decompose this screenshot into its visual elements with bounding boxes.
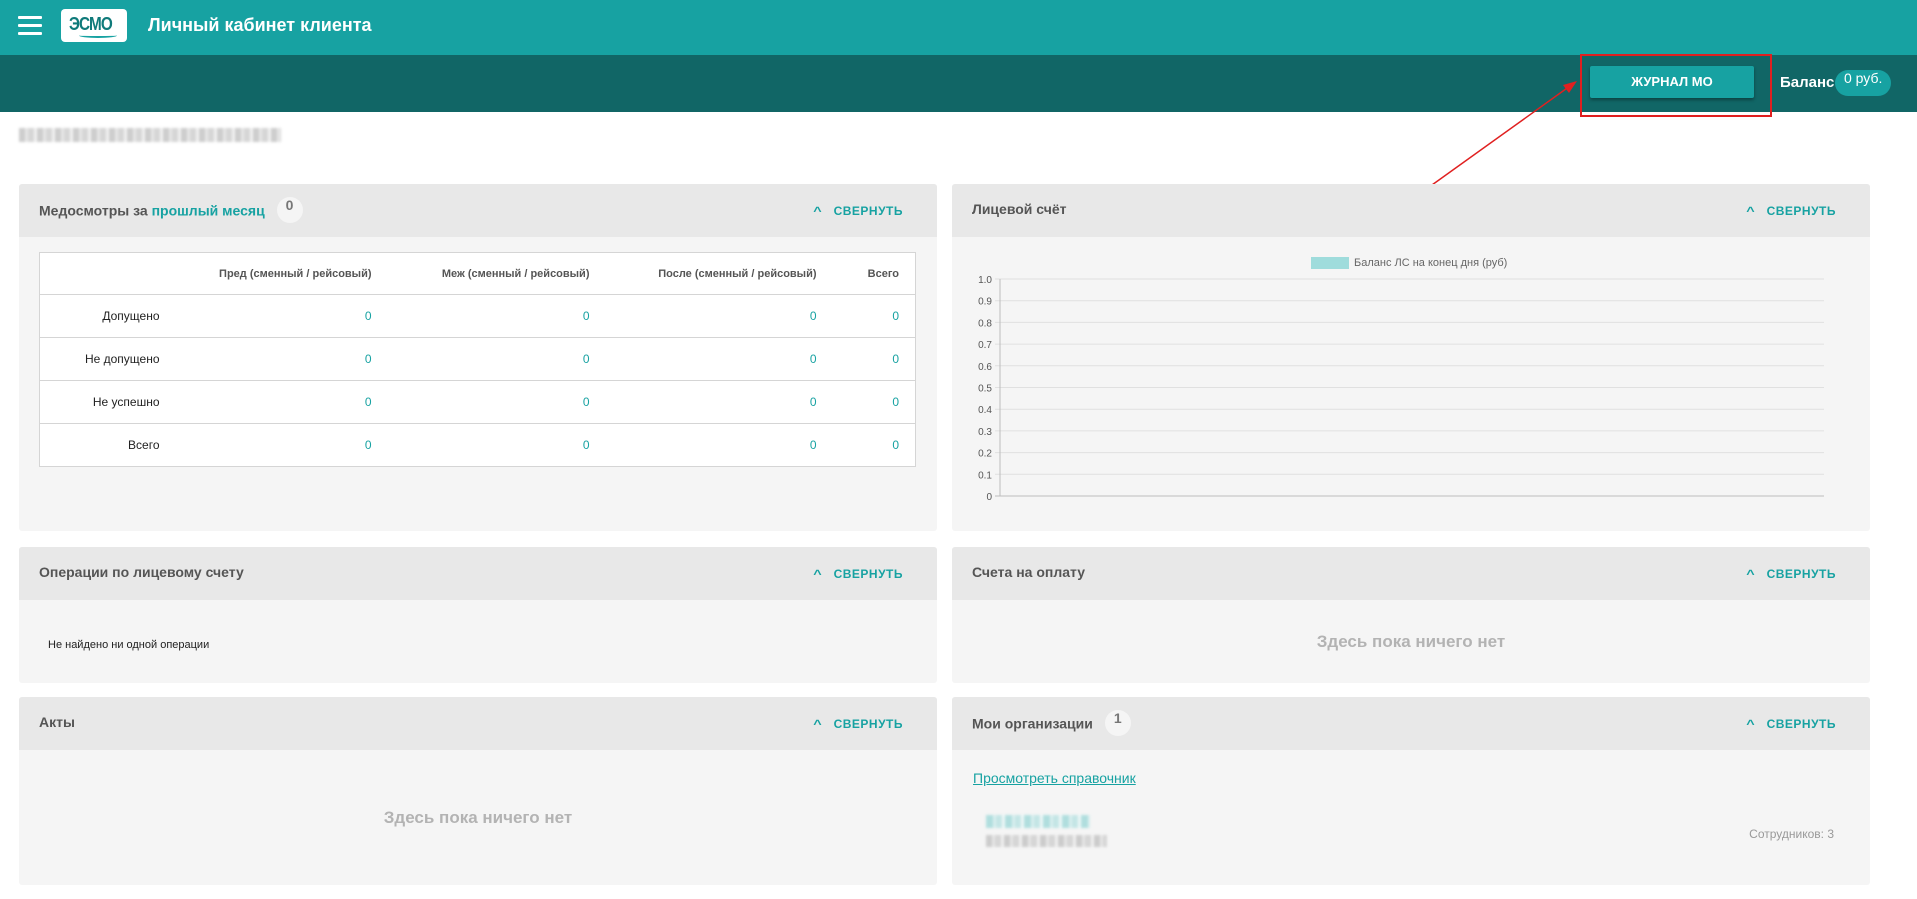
card-header: Мои организации 1 ^ СВЕРНУТЬ xyxy=(952,697,1870,750)
table-header-cell: Меж (сменный / рейсовый) xyxy=(387,252,606,295)
table-header-cell: После (сменный / рейсовый) xyxy=(605,252,833,295)
blurred-org-name[interactable] xyxy=(986,815,1090,828)
y-tick-label: 0.1 xyxy=(978,470,992,481)
table-row: Допущено 0 0 0 0 xyxy=(39,294,916,338)
collapse-label: СВЕРНУТЬ xyxy=(833,567,903,581)
y-tick-label: 1.0 xyxy=(978,275,992,286)
value-cell[interactable]: 0 xyxy=(169,294,388,338)
value-cell[interactable]: 0 xyxy=(605,294,833,338)
employees-count: Сотрудников: 3 xyxy=(1749,827,1834,841)
table-header-cell xyxy=(39,252,170,295)
y-tick-label: 0.4 xyxy=(978,405,992,416)
table-header-cell: Пред (сменный / рейсовый) xyxy=(169,252,388,295)
title-text: Мои организации xyxy=(972,715,1093,732)
chevron-up-icon: ^ xyxy=(813,567,823,581)
card-header: Медосмотры за прошлый месяц 0 ^ СВЕРНУТЬ xyxy=(19,184,937,237)
value-cell[interactable]: 0 xyxy=(387,337,606,381)
row-label: Не успешно xyxy=(39,380,170,424)
collapse-label: СВЕРНУТЬ xyxy=(1766,567,1836,581)
y-tick-label: 0.5 xyxy=(978,384,992,395)
table-header-cell: Всего xyxy=(832,252,916,295)
logo-swoosh xyxy=(79,33,117,38)
collapse-button[interactable]: ^ СВЕРНУТЬ xyxy=(813,567,903,581)
balance-label: Баланс: xyxy=(1780,74,1840,91)
row-label: Всего xyxy=(128,438,160,452)
hamburger-icon[interactable] xyxy=(18,16,42,36)
card-title: Мои организации 1 xyxy=(972,710,1131,736)
y-tick-label: 0.9 xyxy=(978,297,992,308)
row-label: Не допущено xyxy=(39,337,170,381)
y-tick-label: 0.2 xyxy=(978,449,992,460)
empty-state-message: Здесь пока ничего нет xyxy=(1316,632,1506,651)
top-app-bar: ЭСМО Личный кабинет клиента xyxy=(0,0,1917,55)
value-cell[interactable]: 0 xyxy=(606,424,833,467)
y-tick-label: 0.3 xyxy=(978,427,992,438)
y-tick-label: 0.7 xyxy=(978,340,992,351)
value-cell[interactable]: 0 xyxy=(833,424,916,467)
balance-chart: 1.0 0.9 0.8 0.7 0.6 0.5 0.4 0.3 0.2 0.1 0 xyxy=(978,275,1824,503)
row-label: Допущено xyxy=(39,294,170,338)
page-title: Личный кабинет клиента xyxy=(148,15,372,35)
value-cell[interactable]: 0 xyxy=(832,380,916,424)
card-title: Счета на оплату xyxy=(972,564,1085,580)
table-row: Не допущено 0 0 0 0 xyxy=(39,337,916,381)
count-badge: 0 xyxy=(276,197,303,223)
medchecks-card: Медосмотры за прошлый месяц 0 ^ СВЕРНУТЬ … xyxy=(19,184,937,531)
logo[interactable]: ЭСМО xyxy=(61,9,127,42)
value-cell[interactable]: 0 xyxy=(832,337,916,381)
empty-operations-message: Не найдено ни одной операции xyxy=(48,639,210,651)
y-tick-label: 0.6 xyxy=(978,362,992,373)
value-cell[interactable]: 0 xyxy=(832,294,916,338)
title-prefix: Медосмотры за xyxy=(39,202,148,219)
logo-text: ЭСМО xyxy=(69,14,113,34)
card-title: Операции по лицевому счету xyxy=(39,564,244,580)
count-badge: 1 xyxy=(1104,710,1131,736)
chevron-up-icon: ^ xyxy=(1746,567,1756,581)
y-tick-label: 0.8 xyxy=(978,318,992,329)
card-title: Медосмотры за прошлый месяц 0 xyxy=(39,197,303,223)
value-cell[interactable]: 0 xyxy=(387,380,606,424)
period-selector-link[interactable]: прошлый месяц xyxy=(152,203,265,219)
collapse-button[interactable]: ^ СВЕРНУТЬ xyxy=(1746,717,1836,731)
card-title: Акты xyxy=(39,714,75,730)
value-cell[interactable]: 0 xyxy=(169,380,388,424)
card-header: Счета на оплату ^ СВЕРНУТЬ xyxy=(952,547,1870,600)
table-row: Всего 0 0 0 0 xyxy=(40,424,916,467)
balance-badge: 0 руб. xyxy=(1835,70,1892,96)
value-cell[interactable]: 0 xyxy=(605,380,833,424)
invoices-card: Счета на оплату ^ СВЕРНУТЬ Здесь пока нич… xyxy=(952,547,1870,683)
blurred-company-name xyxy=(19,128,281,142)
chevron-up-icon: ^ xyxy=(813,717,823,731)
card-header: Акты ^ СВЕРНУТЬ xyxy=(19,697,937,750)
value-cell[interactable]: 0 xyxy=(388,424,606,467)
value-cell[interactable]: 0 xyxy=(170,424,388,467)
collapse-label: СВЕРНУТЬ xyxy=(1766,717,1836,731)
chevron-up-icon: ^ xyxy=(1746,717,1756,731)
collapse-button[interactable]: ^ СВЕРНУТЬ xyxy=(813,717,903,731)
acts-card: Акты ^ СВЕРНУТЬ Здесь пока ничего нет xyxy=(19,697,937,885)
view-directory-link[interactable]: Просмотреть справочник xyxy=(973,770,1136,786)
medchecks-table: Пред (сменный / рейсовый) Меж (сменный /… xyxy=(39,252,916,467)
annotation-highlight-box xyxy=(1580,54,1772,117)
blurred-org-details xyxy=(986,835,1107,847)
value-cell[interactable]: 0 xyxy=(605,337,833,381)
operations-card: Операции по лицевому счету ^ СВЕРНУТЬ Не … xyxy=(19,547,937,683)
account-card: Лицевой счёт ^ СВЕРНУТЬ Баланс ЛС на коне… xyxy=(952,184,1870,531)
collapse-button[interactable]: ^ СВЕРНУТЬ xyxy=(813,204,903,218)
collapse-button[interactable]: ^ СВЕРНУТЬ xyxy=(1746,567,1836,581)
collapse-label: СВЕРНУТЬ xyxy=(833,717,903,731)
chevron-up-icon: ^ xyxy=(813,204,823,218)
value-cell[interactable]: 0 xyxy=(387,294,606,338)
card-header: Операции по лицевому счету ^ СВЕРНУТЬ xyxy=(19,547,937,600)
table-row: Не успешно 0 0 0 0 xyxy=(39,380,916,424)
value-cell[interactable]: 0 xyxy=(169,337,388,381)
y-tick-label: 0 xyxy=(986,492,992,503)
organizations-card: Мои организации 1 ^ СВЕРНУТЬ Просмотреть … xyxy=(952,697,1870,885)
collapse-label: СВЕРНУТЬ xyxy=(833,204,903,218)
table-header-row: Пред (сменный / рейсовый) Меж (сменный /… xyxy=(39,252,916,295)
empty-state-message: Здесь пока ничего нет xyxy=(383,808,573,827)
